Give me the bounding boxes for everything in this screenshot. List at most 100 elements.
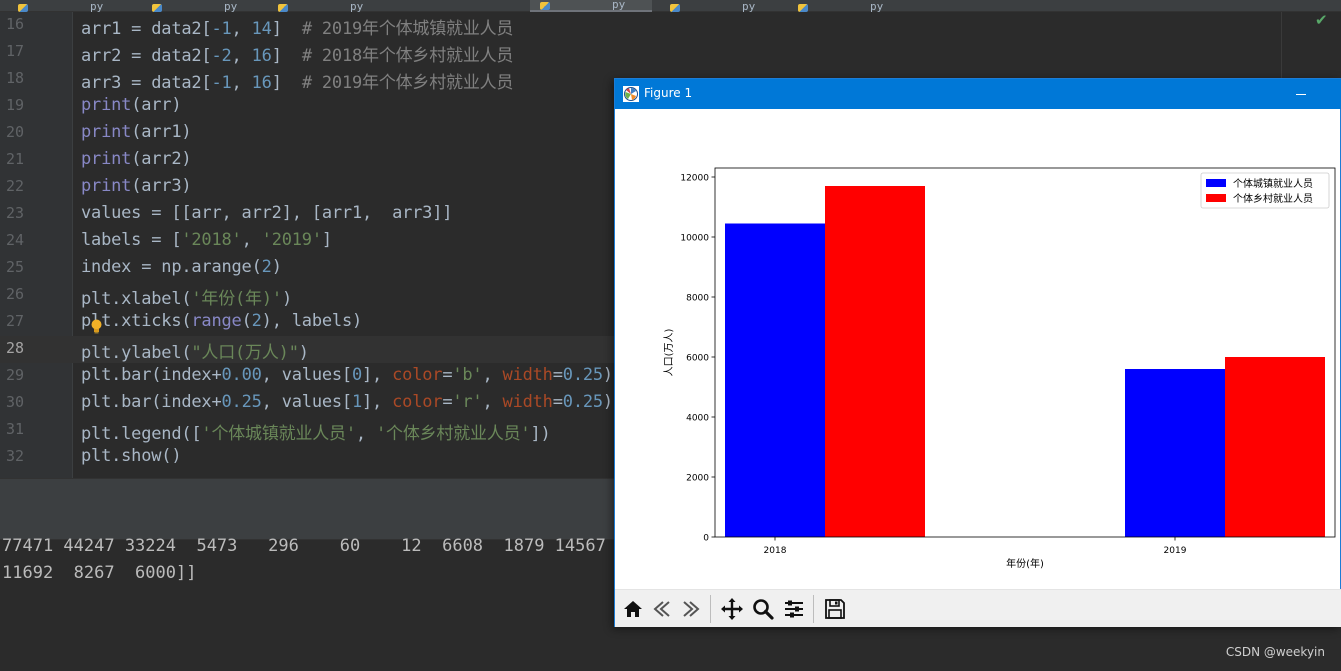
chart-axes: 0 2000 4000 6000 8000 10000 12000 2018 2019 年份(年)… — [663, 167, 1336, 570]
code-text: arr3 = data2[-1, 16] # 2019年个体乡村就业人员 — [81, 68, 513, 93]
console-line: 77471 44247 33224 5473 296 60 12 6608 18… — [2, 536, 606, 556]
code-token: 2 — [251, 311, 262, 331]
python-file-icon — [18, 4, 28, 12]
code-token: ], — [362, 365, 393, 385]
code-text: plt.bar(index+0.00, values[0], color='b'… — [81, 365, 613, 385]
y-tick-label: 12000 — [680, 174, 709, 184]
code-text: print(arr3) — [81, 176, 192, 196]
code-token: print — [81, 95, 132, 115]
line-number: 32 — [6, 447, 25, 465]
line-number: 21 — [6, 150, 25, 168]
save-button[interactable] — [821, 595, 849, 623]
figure-titlebar[interactable]: Figure 1 — [615, 79, 1341, 109]
home-icon — [624, 601, 642, 617]
pan-button[interactable] — [718, 595, 746, 623]
code-token: 2 — [261, 257, 272, 277]
code-token: arr3 = data2[ — [81, 73, 212, 93]
code-token: 'b' — [452, 365, 483, 385]
back-button[interactable] — [648, 595, 676, 623]
editor-tab[interactable]: py — [788, 0, 898, 12]
code-token: ), labels) — [261, 311, 363, 331]
code-token: "人口(万人)" — [191, 343, 299, 363]
legend-label: 个体城镇就业人员 — [1233, 177, 1313, 190]
code-token: -2 — [211, 46, 232, 66]
code-token: width — [502, 392, 553, 412]
code-text: arr2 = data2[-2, 16] # 2018年个体乡村就业人员 — [81, 41, 513, 66]
lightbulb-icon[interactable] — [90, 319, 103, 334]
forward-icon — [683, 601, 700, 617]
y-axis-label: 人口(万人) — [663, 329, 675, 377]
code-token: plt.bar(index+ — [81, 392, 222, 412]
matplotlib-app-icon — [623, 86, 639, 102]
editor-tab[interactable]: py — [660, 0, 770, 12]
code-token: 'r' — [452, 392, 483, 412]
code-text: plt.xticks(range(2), labels) — [81, 311, 362, 331]
code-token: '个体城镇就业人员' — [201, 424, 356, 444]
code-token: = — [552, 365, 563, 385]
code-token: ) — [298, 343, 309, 363]
figure-window[interactable]: Figure 1 0 2000 4000 6000 8000 10000 12000 2018… — [614, 78, 1341, 627]
python-file-icon — [278, 4, 288, 12]
y-tick-label: 6000 — [686, 354, 709, 364]
code-token: (arr) — [131, 95, 182, 115]
code-token: 0.25 — [562, 365, 603, 385]
code-line[interactable]: 17 arr2 = data2[-2, 16] # 2018年个体乡村就业人员 — [0, 39, 1281, 66]
code-token: ) — [271, 257, 282, 277]
minimize-button[interactable] — [1287, 79, 1315, 109]
editor-tab[interactable]: py — [530, 0, 652, 12]
x-axis-label: 年份(年) — [1006, 557, 1044, 570]
code-line[interactable]: 16 arr1 = data2[-1, 14] # 2019年个体城镇就业人员 — [0, 12, 1281, 39]
code-text: arr1 = data2[-1, 14] # 2019年个体城镇就业人员 — [81, 14, 513, 39]
line-number: 29 — [6, 366, 25, 384]
code-token: , values[ — [261, 392, 353, 412]
y-tick-label: 0 — [703, 534, 709, 544]
x-tick-label: 2019 — [1164, 546, 1187, 556]
code-token: , — [241, 230, 262, 250]
code-token: arr2 = data2[ — [81, 46, 212, 66]
code-token: 0.25 — [562, 392, 603, 412]
code-token: , — [231, 73, 252, 93]
zoom-button[interactable] — [749, 595, 777, 623]
editor-tab[interactable]: py — [142, 0, 252, 12]
minimize-icon — [1296, 93, 1306, 95]
code-text: print(arr2) — [81, 149, 192, 169]
python-file-icon — [540, 2, 550, 10]
editor-tab[interactable]: py — [8, 0, 118, 12]
figure-title: Figure 1 — [644, 86, 693, 100]
configure-subplots-button[interactable] — [780, 595, 808, 623]
code-text: plt.ylabel("人口(万人)") — [81, 338, 309, 363]
line-number: 18 — [6, 69, 25, 87]
line-number: 28 — [6, 339, 25, 357]
line-number: 24 — [6, 231, 25, 249]
code-text: labels = ['2018', '2019'] — [81, 230, 332, 250]
code-token: arr1 = data2[ — [81, 19, 212, 39]
watermark: CSDN @weekyin — [1225, 645, 1325, 659]
x-tick-label: 2018 — [764, 546, 787, 556]
line-number: 20 — [6, 123, 25, 141]
code-token: plt.show() — [81, 446, 182, 466]
code-text: plt.legend(['个体城镇就业人员', '个体乡村就业人员']) — [81, 419, 551, 444]
line-number: 16 — [6, 15, 25, 33]
forward-button[interactable] — [677, 595, 705, 623]
code-token: print — [81, 176, 132, 196]
legend-label: 个体乡村就业人员 — [1233, 192, 1313, 205]
code-token: ) — [602, 365, 613, 385]
code-token: plt.xlabel( — [81, 289, 192, 309]
line-number: 30 — [6, 393, 25, 411]
code-token: '2018' — [181, 230, 242, 250]
code-token: values = [[arr, arr2], [arr1, arr3]] — [81, 203, 453, 223]
code-token: # 2019年个体乡村就业人员 — [301, 73, 514, 93]
code-token: = — [442, 392, 453, 412]
code-token: # 2018年个体乡村就业人员 — [301, 46, 514, 66]
inspection-ok-icon[interactable]: ✔ — [1315, 12, 1328, 28]
bar-chart: 0 2000 4000 6000 8000 10000 12000 2018 2019 年份(年)… — [663, 167, 1336, 570]
code-token: 1 — [351, 392, 363, 412]
editor-tab[interactable]: py — [268, 0, 378, 12]
legend-swatch-rural — [1206, 194, 1226, 202]
home-button[interactable] — [619, 595, 647, 623]
line-number: 27 — [6, 312, 25, 330]
code-token: ) — [281, 289, 292, 309]
code-token: index = np.arange( — [81, 257, 262, 277]
line-number: 25 — [6, 258, 25, 276]
code-token: (arr1) — [131, 122, 192, 142]
